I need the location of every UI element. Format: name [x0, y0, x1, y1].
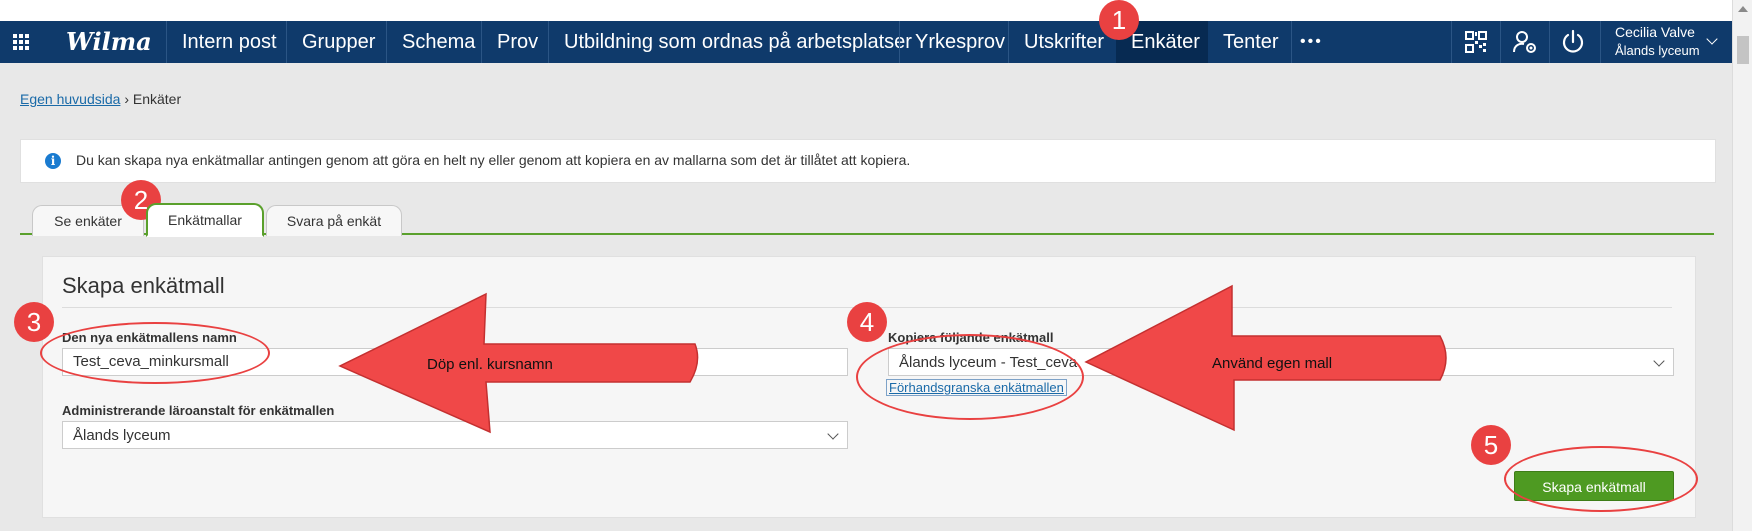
tab-enkatmallar[interactable]: Enkätmallar [146, 203, 264, 237]
annotation-badge-4: 4 [847, 302, 887, 342]
annotation-ellipse-button [1504, 446, 1698, 512]
annotation-badge-5: 5 [1471, 425, 1511, 465]
annotation-badge-3: 3 [14, 302, 54, 342]
annotation-badge-1: 1 [1099, 0, 1139, 40]
annotation-ellipse-copy [856, 334, 1084, 420]
annotation-arrow-label: Använd egen mall [1212, 355, 1333, 372]
annotation-ellipse-name [40, 322, 270, 384]
annotation-arrow-label: Döp enl. kursnamn [427, 356, 553, 373]
